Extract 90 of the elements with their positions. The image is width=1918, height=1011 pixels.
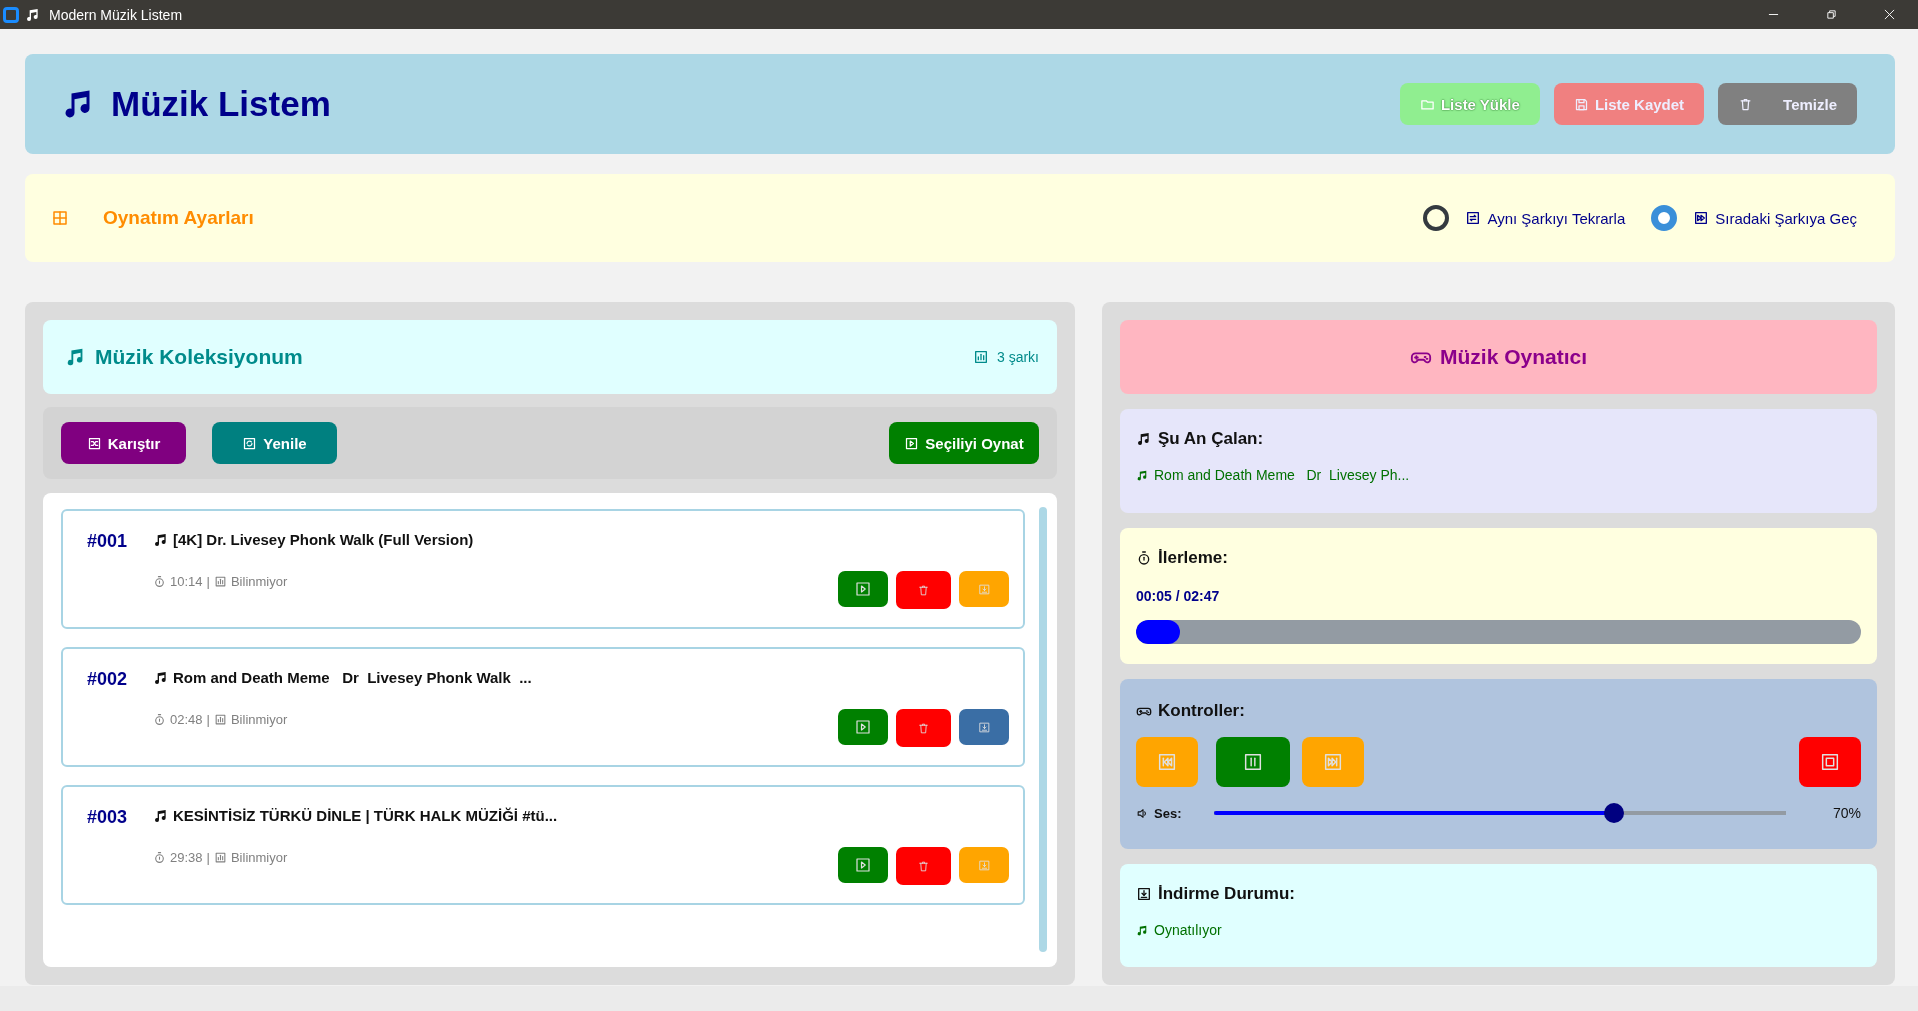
current-track: Rom and Death Meme Dr Livesey Ph...: [1154, 467, 1410, 483]
trash-icon: [917, 721, 930, 735]
song-quality: Bilinmiyor: [230, 712, 288, 727]
song-card[interactable]: #003 KESİNTİSİZ TÜRKÜ DİNLE | TÜRK HALK MÜZİĞİ #tü... 29:38 | Bilinmiyor: [61, 785, 1025, 905]
music-note-icon: [153, 669, 169, 686]
play-button[interactable]: [838, 847, 888, 883]
bar-chart-icon: [973, 349, 989, 365]
trash-icon: [917, 859, 930, 873]
volume-thumb[interactable]: [1604, 803, 1625, 823]
song-title: KESİNTİSİZ TÜRKÜ DİNLE | TÜRK HALK MÜZİĞİ #tü...: [173, 807, 558, 824]
download-button[interactable]: [959, 709, 1009, 745]
pause-button[interactable]: [1216, 737, 1290, 787]
stopwatch-icon: [153, 713, 166, 726]
music-note-icon: [1136, 468, 1149, 482]
previous-icon: [1156, 751, 1178, 773]
now-playing-label: Şu An Çalan:: [1158, 429, 1264, 449]
download-status-label: İndirme Durumu:: [1158, 884, 1295, 904]
radio-button[interactable]: [1651, 205, 1678, 231]
song-duration: 10:14: [170, 574, 203, 589]
stopwatch-icon: [1136, 550, 1152, 566]
bar-chart-icon: [213, 851, 227, 864]
song-number: #003: [87, 807, 129, 829]
bar-chart-icon: [213, 713, 227, 726]
controls-label: Kontroller:: [1158, 701, 1245, 721]
stopwatch-icon: [153, 575, 166, 588]
play-icon: [854, 856, 872, 874]
player-heading: Müzik Oynatıcı: [1440, 345, 1587, 369]
play-icon: [854, 580, 872, 598]
scrollbar[interactable]: [1039, 507, 1047, 952]
shuffle-button[interactable]: Karıştır: [61, 422, 186, 464]
song-count: 3 şarkı: [997, 349, 1039, 365]
song-number: #002: [87, 669, 129, 691]
volume-label: Ses:: [1154, 805, 1183, 821]
download-status: Oynatılıyor: [1154, 922, 1222, 938]
play-button[interactable]: [838, 571, 888, 607]
delete-button[interactable]: [896, 571, 951, 609]
close-icon[interactable]: [1883, 9, 1895, 20]
delete-button[interactable]: [896, 847, 951, 885]
song-quality: Bilinmiyor: [230, 574, 288, 589]
song-number: #001: [87, 531, 129, 553]
download-icon: [1136, 886, 1152, 902]
restore-icon[interactable]: [1825, 9, 1837, 20]
stop-icon: [1819, 751, 1841, 773]
music-note-icon: [1136, 431, 1152, 447]
settings-heading: Oynatım Ayarları: [103, 207, 254, 229]
radio-button[interactable]: [1423, 205, 1450, 231]
play-icon: [854, 718, 872, 736]
stopwatch-icon: [153, 851, 166, 864]
shuffle-icon: [86, 435, 102, 451]
skip-forward-icon: [1693, 210, 1710, 226]
play-button[interactable]: [838, 709, 888, 745]
play-icon: [904, 435, 920, 451]
speaker-icon: [1136, 806, 1149, 820]
download-icon: [977, 582, 991, 596]
song-quality: Bilinmiyor: [230, 850, 288, 865]
radio-option[interactable]: Aynı Şarkıyı Tekrarla: [1423, 205, 1626, 231]
delete-button[interactable]: [896, 709, 951, 747]
app-icon: [3, 6, 19, 23]
music-note-icon: [153, 531, 169, 548]
radio-option[interactable]: Sıradaki Şarkıya Geç: [1651, 205, 1857, 231]
separator: |: [206, 574, 210, 589]
volume-reading: 70%: [1831, 805, 1861, 821]
song-duration: 02:48: [170, 712, 203, 727]
separator: |: [206, 850, 210, 865]
progress-label: İlerleme:: [1158, 548, 1228, 568]
bar-chart-icon: [213, 575, 227, 588]
collection-heading: Müzik Koleksiyonum: [95, 345, 303, 369]
window-title: Modern Müzik Listem: [49, 6, 183, 23]
stop-button[interactable]: [1799, 737, 1861, 787]
music-note-icon: [25, 6, 41, 23]
song-title: [4K] Dr. Livesey Phonk Walk (Full Version): [173, 531, 474, 548]
song-card[interactable]: #001 [4K] Dr. Livesey Phonk Walk (Full Version) 10:14 | Bilinmiyor: [61, 509, 1025, 629]
settings-icon: [51, 209, 69, 227]
separator: |: [206, 712, 210, 727]
playback-time: 00:05 / 02:47: [1136, 588, 1221, 604]
download-icon: [977, 720, 991, 734]
music-note-icon: [1136, 923, 1149, 937]
next-icon: [1322, 751, 1344, 773]
music-note-icon: [153, 807, 169, 824]
download-icon: [977, 858, 991, 872]
song-title: Rom and Death Meme Dr Livesey Phonk Walk ...: [173, 669, 532, 686]
repeat-icon: [1465, 210, 1482, 226]
trash-icon: [917, 583, 930, 597]
song-card[interactable]: #002 Rom and Death Meme Dr Livesey Phonk Walk ... 02:48 | Bilinmiyor: [61, 647, 1025, 767]
play-selected-button[interactable]: Seçiliyi Oynat: [889, 422, 1039, 464]
pause-icon: [1242, 751, 1264, 773]
refresh-button[interactable]: Yenile: [212, 422, 337, 464]
app-heading: Müzik Listem: [111, 84, 331, 124]
refresh-icon: [242, 435, 258, 451]
song-duration: 29:38: [170, 850, 203, 865]
